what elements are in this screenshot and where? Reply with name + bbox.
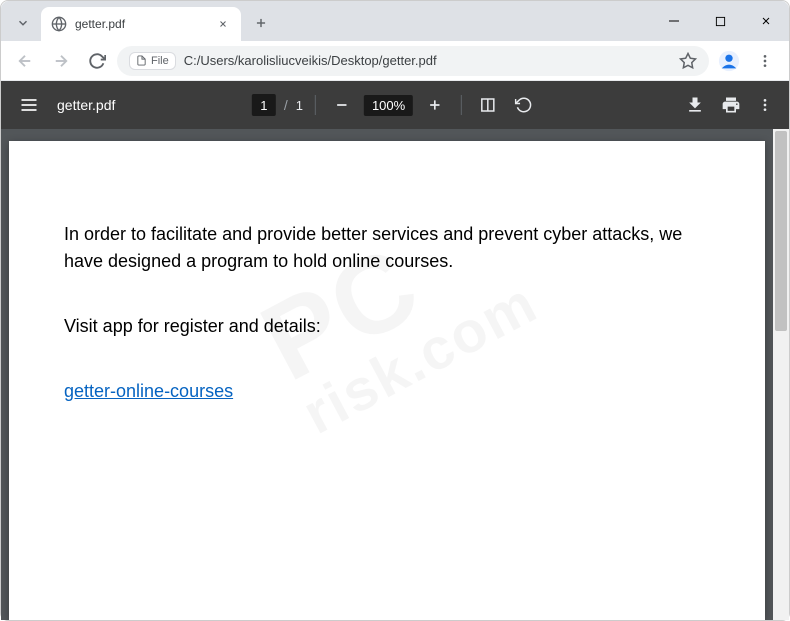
fit-page-button[interactable] (474, 91, 502, 119)
globe-icon (51, 16, 67, 32)
address-bar: File C:/Users/karolisliucveikis/Desktop/… (1, 41, 789, 81)
browser-tab[interactable]: getter.pdf (41, 7, 241, 41)
file-chip: File (129, 52, 176, 70)
page-number-input[interactable] (252, 94, 276, 116)
pdf-toolbar: getter.pdf / 1 100% (1, 81, 789, 129)
toolbar-divider (461, 95, 462, 115)
pdf-link[interactable]: getter-online-courses (64, 381, 233, 401)
window-controls (651, 1, 789, 41)
print-button[interactable] (721, 95, 741, 115)
zoom-level: 100% (364, 95, 413, 116)
tab-title: getter.pdf (75, 17, 207, 31)
pdf-toolbar-right (685, 95, 773, 115)
zoom-out-button[interactable] (328, 91, 356, 119)
pdf-toolbar-center: / 1 100% (252, 91, 538, 119)
vertical-scrollbar[interactable] (773, 129, 789, 620)
scrollbar-thumb[interactable] (775, 131, 787, 331)
minimize-button[interactable] (651, 1, 697, 41)
tab-search-button[interactable] (9, 9, 37, 37)
file-chip-label: File (151, 55, 169, 67)
page-total: 1 (296, 98, 303, 113)
pdf-viewer: In order to facilitate and provide bette… (1, 129, 789, 620)
browser-window: getter.pdf (0, 0, 790, 621)
tab-close-button[interactable] (215, 16, 231, 32)
pdf-paragraph: In order to facilitate and provide bette… (64, 221, 710, 275)
download-button[interactable] (685, 95, 705, 115)
pdf-more-button[interactable] (757, 97, 773, 113)
tab-strip: getter.pdf (1, 1, 789, 41)
profile-button[interactable] (713, 45, 745, 77)
forward-button[interactable] (45, 45, 77, 77)
pdf-filename: getter.pdf (57, 97, 115, 113)
pdf-content: In order to facilitate and provide bette… (64, 221, 710, 405)
back-button[interactable] (9, 45, 41, 77)
omnibox[interactable]: File C:/Users/karolisliucveikis/Desktop/… (117, 46, 709, 76)
url-text: C:/Users/karolisliucveikis/Desktop/gette… (184, 53, 671, 68)
zoom-in-button[interactable] (421, 91, 449, 119)
rotate-button[interactable] (510, 91, 538, 119)
pdf-paragraph: Visit app for register and details: (64, 313, 710, 340)
pdf-page-container: In order to facilitate and provide bette… (1, 129, 773, 620)
file-icon (136, 55, 147, 66)
chrome-menu-button[interactable] (749, 45, 781, 77)
page-separator: / (284, 97, 288, 113)
pdf-page: In order to facilitate and provide bette… (9, 141, 765, 620)
reload-button[interactable] (81, 45, 113, 77)
bookmark-button[interactable] (679, 52, 697, 70)
maximize-button[interactable] (697, 1, 743, 41)
new-tab-button[interactable] (247, 9, 275, 37)
pdf-menu-button[interactable] (17, 93, 41, 117)
toolbar-divider (315, 95, 316, 115)
close-window-button[interactable] (743, 1, 789, 41)
